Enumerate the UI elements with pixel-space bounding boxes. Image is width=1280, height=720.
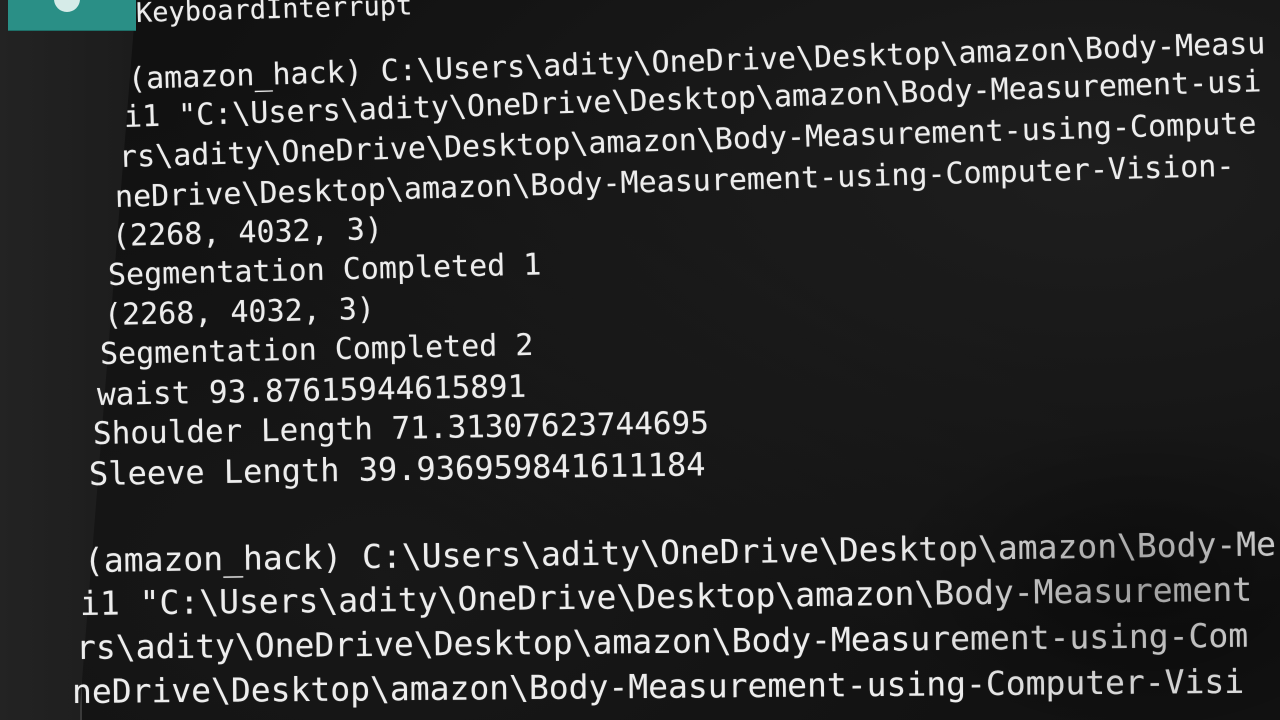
terminal-line: Shoulder Length 71.31307623744695 bbox=[92, 405, 710, 452]
terminal-output[interactable]: KeyboardInterrupt (amazon_hack) C:\Users… bbox=[0, 0, 1280, 720]
terminal-line: Segmentation Completed 2 bbox=[99, 327, 534, 372]
terminal-line: i1 "C:\Users\adity\OneDrive\Desktop\amaz… bbox=[79, 569, 1253, 623]
terminal-line: neDrive\Desktop\amazon\Body-Measurement-… bbox=[71, 661, 1245, 711]
terminal-line: waist 93.87615944615891 bbox=[96, 368, 527, 413]
terminal-line: rs\adity\OneDrive\Desktop\amazon\Body-Me… bbox=[75, 615, 1249, 667]
terminal-line: Sleeve Length 39.936959841611184 bbox=[88, 445, 706, 493]
terminal-line: KeyboardInterrupt bbox=[135, 0, 413, 29]
terminal-line: (2268, 4032, 3) bbox=[103, 291, 376, 333]
terminal-screen: KeyboardInterrupt (amazon_hack) C:\Users… bbox=[0, 0, 1280, 720]
terminal-line: (2268, 4032, 3) bbox=[111, 211, 384, 254]
terminal-line: Segmentation Completed 1 bbox=[107, 247, 542, 293]
